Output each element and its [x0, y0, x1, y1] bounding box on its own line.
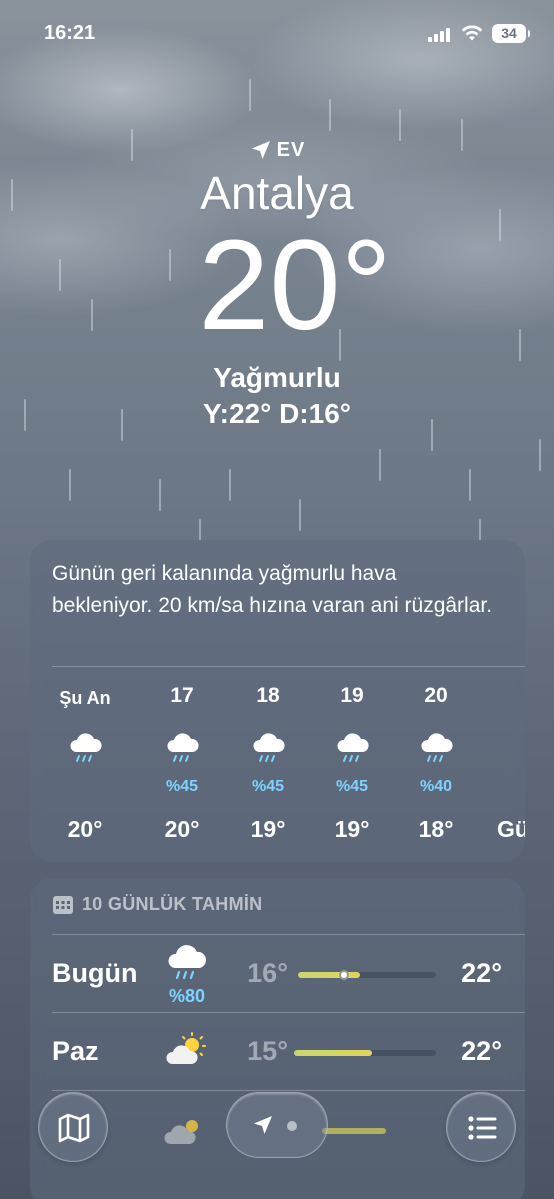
current-temperature-marker: [338, 970, 349, 980]
hour-temperature: 20°: [164, 816, 200, 842]
partly-cloudy-icon: [164, 1120, 198, 1144]
forecast-title: 10 GÜNLÜK TAHMİN: [82, 894, 263, 914]
list-icon: [468, 1116, 497, 1140]
page-indicator[interactable]: [226, 1092, 328, 1158]
hour-precipitation: %40: [419, 778, 453, 795]
forecast-header: 10 GÜNLÜK TAHMİN: [52, 894, 262, 915]
location-arrow-icon: [254, 1116, 272, 1134]
day-high-temperature: 22°: [461, 958, 502, 988]
status-bar: 16:21 34: [0, 0, 554, 70]
location-label: EV: [276, 138, 306, 161]
wifi-icon: [461, 25, 483, 41]
cloud-rain-icon: [168, 945, 207, 980]
hour-precipitation: %45: [251, 778, 285, 795]
cloud-rain-icon: [337, 733, 369, 762]
divider: [52, 934, 525, 935]
day-precipitation: %80: [168, 986, 206, 1006]
temperature-range-fill: [294, 1050, 373, 1056]
map-button[interactable]: [38, 1092, 108, 1162]
forecast-row-sunday[interactable]: Paz 15° 22°: [30, 1014, 525, 1092]
hour-column: 18 %45 19°: [233, 684, 303, 854]
hour-column: 19 %45 19°: [317, 684, 387, 854]
divider: [52, 1012, 525, 1013]
hour-label: 20: [424, 684, 448, 707]
location-arrow-icon: [251, 141, 270, 159]
hour-temperature: 19°: [250, 816, 286, 842]
city-name: Antalya: [200, 167, 354, 219]
partly-cloudy-icon: [166, 1032, 206, 1064]
day-low-temperature: 16°: [247, 958, 288, 988]
divider: [52, 666, 525, 667]
weather-condition: Yağmurlu: [213, 362, 341, 393]
cellular-signal-icon: [428, 28, 450, 42]
hour-temperature: 18°: [418, 816, 454, 842]
cloud-rain-icon: [421, 733, 453, 762]
temperature-range-bar: [298, 970, 436, 980]
day-low-temperature: 15°: [247, 1036, 288, 1066]
hour-label: Şu An: [59, 688, 111, 708]
high-low-temperature: Y:22° D:16°: [203, 398, 351, 429]
current-temperature: 20°: [198, 214, 392, 357]
day-name: Bugün: [52, 958, 138, 988]
hour-column: 20 %40 18°: [401, 684, 471, 854]
hour-temperature: 20°: [67, 816, 103, 842]
weather-summary: Günün geri kalanında yağmurlu hava bekle…: [52, 562, 493, 617]
calendar-icon: [53, 895, 73, 914]
hour-label: 18: [256, 684, 280, 707]
day-name: Paz: [52, 1036, 99, 1066]
divider: [52, 1090, 525, 1091]
hour-precipitation: %45: [335, 778, 369, 795]
cloud-rain-icon: [70, 733, 102, 762]
cloud-rain-icon: [253, 733, 285, 762]
city-list-button[interactable]: [446, 1092, 516, 1162]
hourly-forecast-card[interactable]: Günün geri kalanında yağmurlu hava bekle…: [30, 540, 525, 862]
temperature-range-fill: [298, 972, 361, 978]
cloud-rain-icon: [167, 733, 199, 762]
location-indicator: EV: [0, 136, 554, 164]
temperature-range-fill: [322, 1128, 386, 1134]
day-high-temperature: 22°: [461, 1036, 502, 1066]
temperature-range-bar: [294, 1050, 436, 1056]
hour-column: Şu An 20°: [50, 684, 120, 854]
hour-precipitation: %45: [165, 778, 199, 795]
map-icon: [58, 1113, 90, 1143]
hour-temperature: Gü: [497, 816, 525, 842]
page-dot: [287, 1121, 297, 1131]
hour-label: 17: [170, 684, 194, 707]
hour-label: 19: [340, 684, 364, 707]
hour-column: 17 %45 20°: [147, 684, 217, 854]
hour-temperature: 19°: [334, 816, 370, 842]
battery-indicator: 34: [492, 24, 530, 43]
forecast-row-today[interactable]: Bugün %80 16° 22°: [30, 936, 525, 1014]
hour-column: Gü: [485, 684, 525, 854]
status-time: 16:21: [44, 22, 96, 44]
